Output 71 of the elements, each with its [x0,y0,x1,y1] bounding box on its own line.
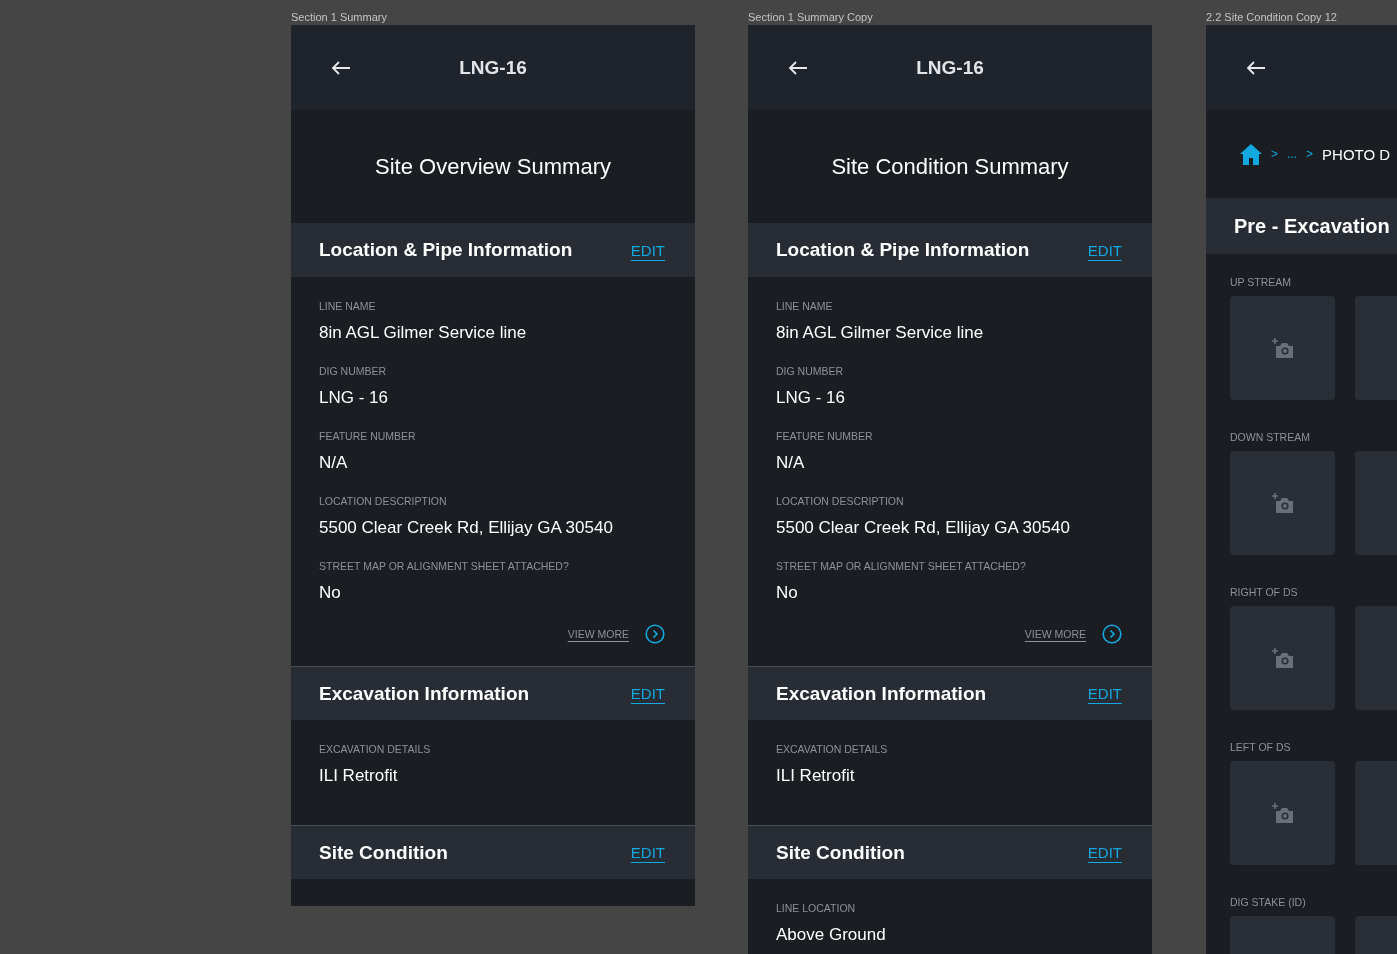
field-value: LNG - 16 [319,388,389,408]
section-title: Location & Pipe Information [776,239,1030,261]
breadcrumb-item: > [1306,147,1314,161]
edit-link[interactable]: EDIT [1087,241,1122,259]
field-label: LINE NAME [776,300,834,312]
field-value: 8in AGL Gilmer Service line [319,323,528,343]
field-label: STREET MAP OR ALIGNMENT SHEET ATTACHED? [319,560,570,572]
back-arrow-icon[interactable] [1246,60,1266,75]
field-label: DIG NUMBER [319,365,388,377]
section-title: Site Condition [319,841,448,864]
field-label: LOCATION DESCRIPTION [319,495,448,507]
field-label: DIG NUMBER [776,365,845,377]
section-title: Site Condition [776,841,905,864]
photo-group-label: DIG STAKE (ID) [1230,896,1307,910]
add-photo-tile[interactable] [1230,296,1335,400]
screen-title: LNG-16 [459,56,527,79]
field-label: LOCATION DESCRIPTION [776,495,905,507]
screen-title: LNG-16 [916,56,984,79]
back-arrow-icon[interactable] [331,60,351,75]
field-value: ILI Retrofit [319,766,399,786]
artboard-label: Section 1 Summary [291,10,388,25]
chevron-circle-icon[interactable] [1102,624,1122,644]
field-label: LINE LOCATION [776,902,857,914]
field-label: LINE NAME [319,300,377,312]
edit-link[interactable]: EDIT [1087,685,1122,702]
field-value: N/A [319,453,349,473]
section-title: Excavation Information [776,682,987,705]
add-camera-icon [1271,803,1294,823]
back-arrow-icon[interactable] [788,60,808,75]
field-value: 5500 Clear Creek Rd, Ellijay GA 30540 [776,518,1071,538]
field-value: Above Ground [776,925,887,945]
edit-link[interactable]: EDIT [630,844,665,861]
breadcrumb-item[interactable]: PHOTO D [1322,145,1391,163]
view-more-link[interactable]: VIEW MORE [567,628,629,640]
add-photo-tile[interactable] [1230,451,1335,555]
view-more-link[interactable]: VIEW MORE [1024,628,1086,640]
field-value: 8in AGL Gilmer Service line [776,323,985,343]
field-label: EXCAVATION DETAILS [776,743,889,755]
chevron-circle-icon[interactable] [645,624,665,644]
field-value: No [776,583,799,603]
breadcrumb-item: > [1271,147,1278,161]
artboard-label: Section 1 Summary Copy [748,10,874,25]
edit-link[interactable]: EDIT [1087,844,1122,861]
field-label: STREET MAP OR ALIGNMENT SHEET ATTACHED? [776,560,1027,572]
field-value: 5500 Clear Creek Rd, Ellijay GA 30540 [319,518,614,538]
photo-group-label: DOWN STREAM [1230,431,1311,445]
add-camera-icon [1271,648,1294,668]
section-title: Location & Pipe Information [319,239,573,261]
field-label: FEATURE NUMBER [319,430,417,442]
photo-group-label: UP STREAM [1230,276,1293,290]
add-camera-icon [1271,338,1294,358]
home-icon[interactable] [1240,143,1262,165]
section-title: Excavation Information [319,682,530,705]
edit-link[interactable]: EDIT [630,241,665,259]
field-value: No [319,583,342,603]
section-title: Pre - Excavation [1234,214,1390,238]
field-label: EXCAVATION DETAILS [319,743,432,755]
field-label: FEATURE NUMBER [776,430,874,442]
photo-group-label: LEFT OF DS [1230,741,1292,755]
field-value: N/A [776,453,806,473]
page-heading: Site Condition Summary [831,153,1069,180]
artboard-label: 2.2 Site Condition Copy 12 [1206,10,1338,25]
edit-link[interactable]: EDIT [630,685,665,702]
add-photo-tile[interactable] [1230,606,1335,710]
field-value: LNG - 16 [776,388,846,408]
add-camera-icon [1271,493,1294,513]
field-value: ILI Retrofit [776,766,856,786]
breadcrumb-item[interactable]: ... [1287,147,1298,161]
page-heading: Site Overview Summary [375,153,611,180]
photo-group-label: RIGHT OF DS [1230,586,1299,600]
add-photo-tile[interactable] [1230,761,1335,865]
